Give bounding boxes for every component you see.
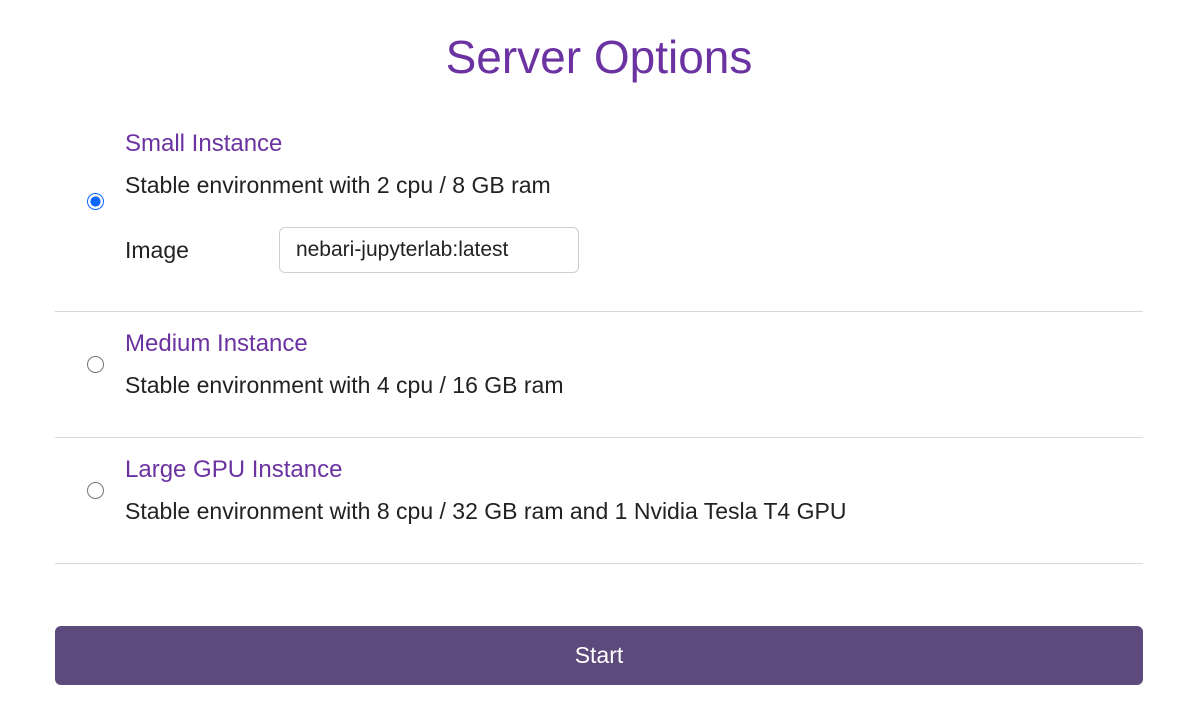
image-field-label: Image (125, 237, 189, 264)
image-field-input[interactable] (279, 227, 579, 273)
radio-medium-instance[interactable] (87, 356, 104, 373)
option-body: Large GPU Instance Stable environment wi… (125, 456, 1143, 525)
option-title-medium: Medium Instance (125, 330, 1143, 358)
option-body: Small Instance Stable environment with 2… (125, 130, 1143, 273)
server-option-small: Small Instance Stable environment with 2… (55, 112, 1143, 312)
option-body: Medium Instance Stable environment with … (125, 330, 1143, 399)
start-button[interactable]: Start (55, 626, 1143, 685)
server-option-large-gpu: Large GPU Instance Stable environment wi… (55, 438, 1143, 564)
image-field-row: Image (125, 227, 1143, 273)
radio-col (55, 356, 125, 373)
option-title-small: Small Instance (125, 130, 1143, 158)
page-title: Server Options (55, 30, 1143, 84)
option-description-medium: Stable environment with 4 cpu / 16 GB ra… (125, 372, 1143, 399)
server-option-medium: Medium Instance Stable environment with … (55, 312, 1143, 438)
option-title-large-gpu: Large GPU Instance (125, 456, 1143, 484)
radio-col (55, 482, 125, 499)
option-description-large-gpu: Stable environment with 8 cpu / 32 GB ra… (125, 498, 1143, 525)
radio-small-instance[interactable] (87, 193, 104, 210)
radio-large-gpu-instance[interactable] (87, 482, 104, 499)
radio-col (55, 193, 125, 210)
option-description-small: Stable environment with 2 cpu / 8 GB ram (125, 172, 1143, 199)
